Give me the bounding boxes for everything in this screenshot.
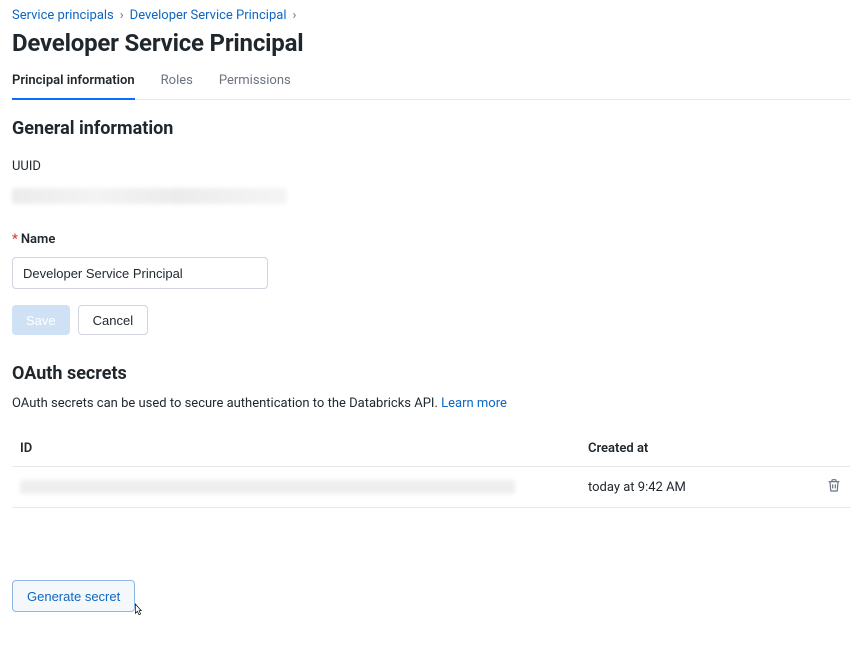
required-star-icon: * xyxy=(12,232,18,247)
uuid-value-redacted xyxy=(12,188,287,204)
name-input[interactable] xyxy=(12,257,268,289)
page-title: Developer Service Principal xyxy=(12,29,850,57)
general-information-heading: General information xyxy=(12,118,850,139)
secret-id-redacted xyxy=(20,480,515,494)
oauth-secrets-table: ID Created at today at 9:42 AM xyxy=(12,431,850,508)
column-header-id: ID xyxy=(12,431,580,467)
trash-icon[interactable] xyxy=(826,477,842,493)
breadcrumb-current[interactable]: Developer Service Principal xyxy=(130,8,287,23)
cursor-pointer-icon xyxy=(130,602,146,618)
chevron-right-icon: › xyxy=(120,8,124,23)
column-header-created-at: Created at xyxy=(580,431,810,467)
cancel-button[interactable]: Cancel xyxy=(78,305,148,335)
breadcrumb-root[interactable]: Service principals xyxy=(12,8,114,23)
secret-created-at: today at 9:42 AM xyxy=(580,467,810,508)
generate-secret-button[interactable]: Generate secret xyxy=(12,580,135,612)
tab-principal-information[interactable]: Principal information xyxy=(12,67,135,100)
tabs: Principal information Roles Permissions xyxy=(12,67,850,100)
table-row: today at 9:42 AM xyxy=(12,467,850,508)
breadcrumb: Service principals › Developer Service P… xyxy=(12,8,850,23)
chevron-right-icon: › xyxy=(292,8,296,23)
tab-roles[interactable]: Roles xyxy=(161,67,193,100)
learn-more-link[interactable]: Learn more xyxy=(441,396,507,411)
tab-permissions[interactable]: Permissions xyxy=(219,67,291,100)
uuid-label: UUID xyxy=(12,159,850,174)
name-label: *Name xyxy=(12,232,850,247)
oauth-description: OAuth secrets can be used to secure auth… xyxy=(12,396,850,411)
oauth-secrets-heading: OAuth secrets xyxy=(12,363,850,384)
save-button: Save xyxy=(12,305,70,335)
